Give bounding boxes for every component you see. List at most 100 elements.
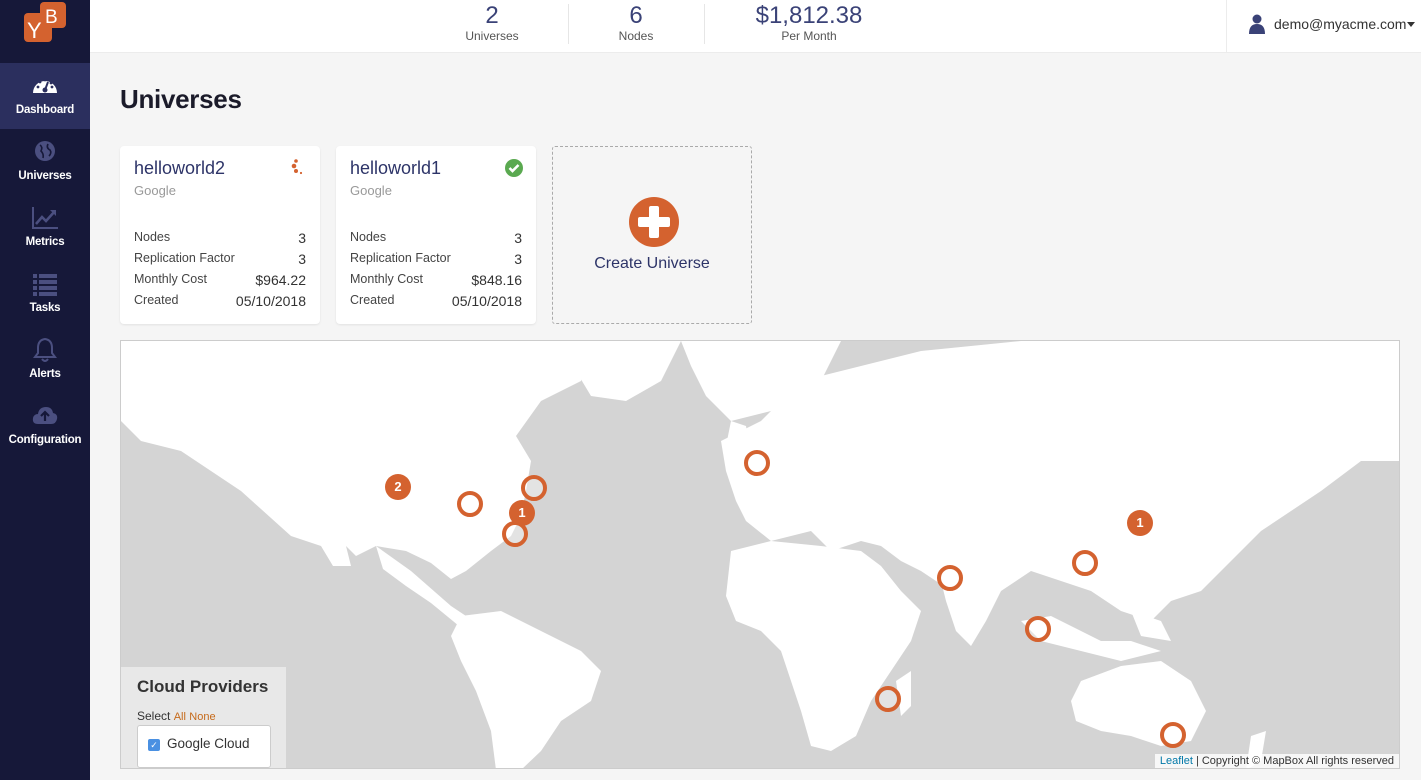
stat-cost: $1,812.38 Per Month xyxy=(744,2,874,42)
nav-label: Dashboard xyxy=(15,104,75,116)
region-cluster[interactable]: 2 xyxy=(385,474,411,500)
create-universe-button[interactable]: Create Universe xyxy=(552,146,752,324)
universe-stats: Nodes 3 Replication Factor 3 Monthly Cost $… xyxy=(134,230,306,314)
stat-label: Created xyxy=(134,293,179,307)
stat-value: $964.22 xyxy=(255,272,306,288)
universe-name[interactable]: helloworld2 xyxy=(134,158,225,179)
nav-label: Configuration xyxy=(8,434,82,446)
leaflet-link[interactable]: Leaflet xyxy=(1160,755,1193,767)
nav-metrics[interactable]: Metrics xyxy=(0,195,90,261)
stat-row: Replication Factor 3 xyxy=(134,251,306,272)
stat-value: $848.16 xyxy=(471,272,522,288)
nav-universes[interactable]: Universes xyxy=(0,129,90,195)
stat-value: 3 xyxy=(514,251,522,267)
cloud-providers-panel: Cloud Providers Select All None ✓ Google… xyxy=(121,667,286,768)
stat-caption: Per Month xyxy=(781,29,837,43)
stat-label: Created xyxy=(350,293,395,307)
plus-circle-icon xyxy=(629,197,679,247)
region-marker[interactable] xyxy=(875,686,901,712)
caret-down-icon xyxy=(1407,22,1415,27)
line-chart-icon xyxy=(32,207,58,229)
select-all-link[interactable]: All xyxy=(174,711,186,723)
nav-alerts[interactable]: Alerts xyxy=(0,327,90,393)
region-marker[interactable] xyxy=(457,491,483,517)
stat-label: Replication Factor xyxy=(134,251,235,265)
stat-caption: Universes xyxy=(465,29,519,43)
user-menu[interactable]: demo@myacme.com xyxy=(1226,0,1421,53)
in-progress-spinner-icon xyxy=(291,159,303,175)
nav-configuration[interactable]: Configuration xyxy=(0,393,90,459)
attribution-text: | Copyright © MapBox All rights reserved xyxy=(1195,755,1394,767)
region-cluster[interactable]: 1 xyxy=(1127,510,1153,536)
stat-label: Monthly Cost xyxy=(134,272,207,286)
create-universe-label: Create Universe xyxy=(594,255,710,272)
stat-row: Nodes 3 xyxy=(134,230,306,251)
region-marker[interactable] xyxy=(744,450,770,476)
dashboard-gauge-icon xyxy=(33,78,57,93)
svg-text:B: B xyxy=(45,7,58,28)
world-map[interactable]: 2 1 1 Cloud Providers Select All None ✓ … xyxy=(120,340,1400,769)
stat-nodes: 6 Nodes xyxy=(596,2,676,42)
stat-row: Replication Factor 3 xyxy=(350,251,522,272)
universe-provider: Google xyxy=(134,183,176,198)
bell-icon xyxy=(33,337,57,362)
stat-value: 05/10/2018 xyxy=(451,293,522,309)
stat-label: Nodes xyxy=(350,230,387,244)
stat-row: Nodes 3 xyxy=(350,230,522,251)
stat-value: $1,812.38 xyxy=(755,2,863,29)
region-marker[interactable] xyxy=(1025,616,1051,642)
region-marker[interactable] xyxy=(1072,550,1098,576)
check-circle-icon xyxy=(505,159,523,177)
stat-value: 2 xyxy=(485,2,499,29)
nav-label: Alerts xyxy=(29,368,61,380)
top-bar: 2 Universes 6 Nodes $1,812.38 Per Month … xyxy=(90,0,1421,53)
universe-name[interactable]: helloworld1 xyxy=(350,158,441,179)
stat-row: Created 05/10/2018 xyxy=(134,293,306,314)
stat-value: 3 xyxy=(514,230,522,246)
divider xyxy=(568,4,569,44)
cloud-providers-title: Cloud Providers xyxy=(137,677,269,696)
stat-universes: 2 Universes xyxy=(452,2,532,42)
user-icon xyxy=(1249,14,1265,34)
map-land xyxy=(121,341,1399,768)
sidebar: Y B Dashboard Universes Metrics Tasks Al… xyxy=(0,0,90,780)
stat-caption: Nodes xyxy=(618,29,654,43)
region-cluster[interactable]: 1 xyxy=(509,500,535,526)
nav-label: Metrics xyxy=(25,236,65,248)
divider xyxy=(704,4,705,44)
region-marker[interactable] xyxy=(1160,722,1186,748)
stat-row: Monthly Cost $848.16 xyxy=(350,272,522,293)
nav-label: Tasks xyxy=(29,302,61,314)
provider-label: Google Cloud xyxy=(167,736,250,751)
select-none-link[interactable]: None xyxy=(189,711,215,723)
google-cloud-checkbox[interactable]: ✓ xyxy=(148,739,160,751)
region-marker[interactable] xyxy=(937,565,963,591)
stat-row: Created 05/10/2018 xyxy=(350,293,522,314)
stat-value: 05/10/2018 xyxy=(235,293,306,309)
select-controls: Select All None xyxy=(137,709,216,723)
svg-text:Y: Y xyxy=(27,18,42,42)
universe-provider: Google xyxy=(350,183,392,198)
provider-list: ✓ Google Cloud xyxy=(137,725,271,768)
nav-dashboard[interactable]: Dashboard xyxy=(0,63,90,129)
universe-card[interactable]: helloworld1 Google Nodes 3 Replication Fa… xyxy=(336,146,536,324)
map-attribution: Leaflet | Copyright © MapBox All rights … xyxy=(1154,754,1399,768)
region-marker[interactable] xyxy=(521,475,547,501)
stat-label: Replication Factor xyxy=(350,251,451,265)
page-title: Universes xyxy=(120,84,242,114)
list-icon xyxy=(33,274,57,296)
stat-value: 6 xyxy=(629,2,643,29)
cloud-upload-icon xyxy=(32,407,58,424)
nav-tasks[interactable]: Tasks xyxy=(0,261,90,327)
stat-label: Nodes xyxy=(134,230,171,244)
stat-label: Monthly Cost xyxy=(350,272,423,286)
nav-label: Universes xyxy=(18,170,72,182)
universe-card[interactable]: helloworld2 Google Nodes 3 Replication Fa… xyxy=(120,146,320,324)
yugabyte-logo[interactable]: Y B xyxy=(24,2,68,43)
select-label: Select xyxy=(137,709,171,723)
globe-icon xyxy=(35,141,55,161)
stat-value: 3 xyxy=(298,251,306,267)
stat-value: 3 xyxy=(298,230,306,246)
user-email: demo@myacme.com xyxy=(1274,16,1407,32)
universe-stats: Nodes 3 Replication Factor 3 Monthly Cost $… xyxy=(350,230,522,314)
